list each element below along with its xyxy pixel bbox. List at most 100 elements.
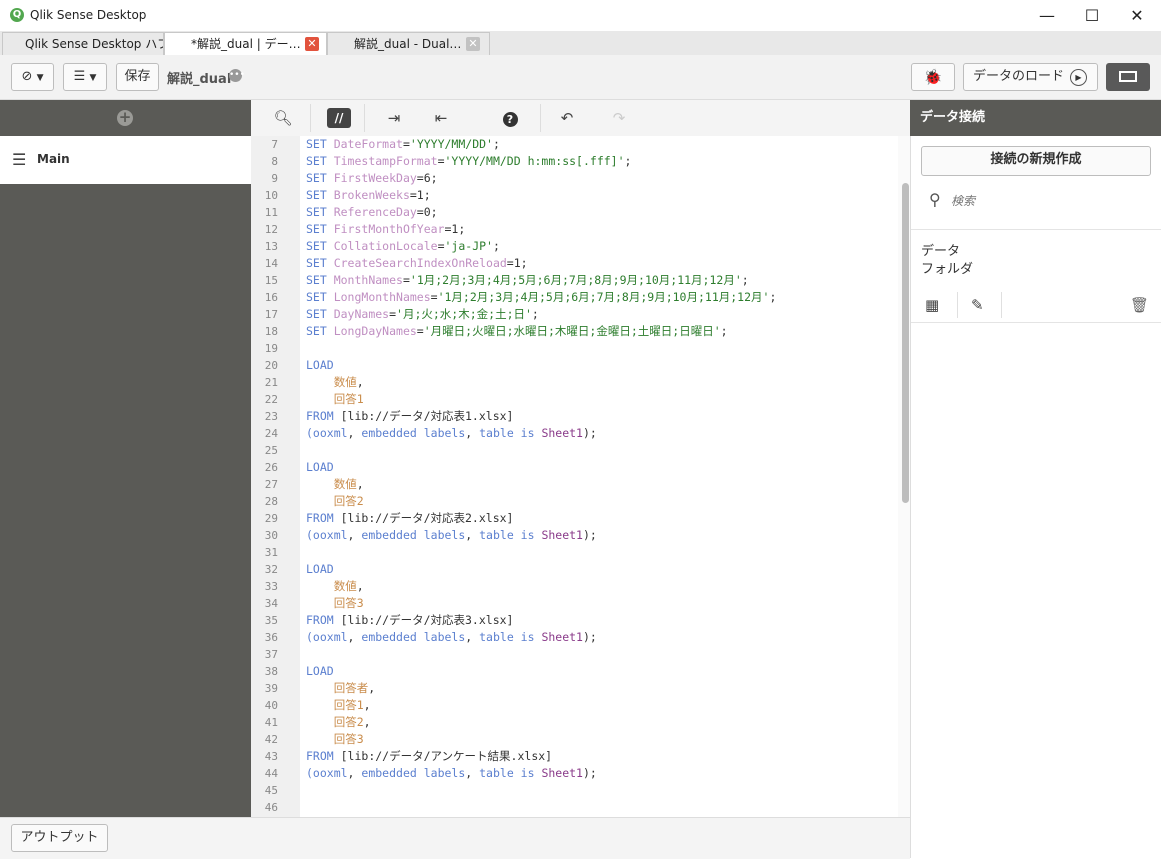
tab-sheet[interactable]: 解説_dual - Dual… ✕	[327, 32, 490, 55]
maximize-button[interactable]: ☐	[1069, 0, 1115, 31]
code-token: LOAD	[306, 562, 334, 576]
connection-search-input[interactable]	[949, 190, 1143, 212]
line-number: 22	[264, 393, 278, 406]
code-line[interactable]: 回答者,	[306, 680, 375, 697]
navigation-menu-button[interactable]: ⊘ ▼	[11, 63, 54, 91]
code-token: [lib://データ/対応表2.xlsx]	[340, 511, 514, 525]
code-line[interactable]: SET DayNames='月;火;水;木;金;土;日';	[306, 306, 539, 323]
indent-icon[interactable]: ⇥	[382, 108, 406, 128]
code-token: (ooxml	[306, 766, 348, 780]
code-token: LOAD	[306, 664, 334, 678]
code-token: table is	[479, 426, 542, 440]
code-line[interactable]: FROM [lib://データ/対応表2.xlsx]	[306, 510, 513, 527]
help-icon[interactable]: ?	[498, 108, 522, 128]
code-line[interactable]: FROM [lib://データ/対応表3.xlsx]	[306, 612, 513, 629]
load-data-button[interactable]: データのロード ▶	[963, 63, 1098, 91]
tab-data-load-editor[interactable]: *解説_dual | デー… ✕	[164, 32, 327, 56]
code-line[interactable]: SET MonthNames='1月;2月;3月;4月;5月;6月;7月;8月;…	[306, 272, 749, 289]
debug-button[interactable]: 🐞	[911, 63, 955, 91]
separator	[540, 104, 541, 132]
window-title: Qlik Sense Desktop	[30, 8, 147, 22]
code-line[interactable]: SET LongDayNames='月曜日;火曜日;水曜日;木曜日;金曜日;土曜…	[306, 323, 728, 340]
code-line[interactable]: SET FirstWeekDay=6;	[306, 170, 438, 187]
code-line[interactable]: LOAD	[306, 459, 334, 476]
edit-icon[interactable]: ✎	[971, 296, 984, 314]
add-section-icon[interactable]: +	[117, 110, 133, 126]
code-line[interactable]: LOAD	[306, 663, 334, 680]
code-token: SET	[306, 256, 334, 270]
tab-hub[interactable]: Qlik Sense Desktop ハブ	[2, 32, 164, 55]
script-editor[interactable]: SET DateFormat='YYYY/MM/DD'; SET Timestam…	[300, 136, 898, 817]
code-token: SET	[306, 222, 334, 236]
code-token: ,	[465, 426, 480, 440]
line-number: 10	[264, 189, 278, 202]
code-token: =6;	[416, 171, 438, 185]
line-number: 37	[264, 648, 278, 661]
scrollbar-thumb[interactable]	[902, 183, 909, 503]
tab-label: 解説_dual - Dual…	[354, 37, 462, 51]
code-line[interactable]: (ooxml, embedded labels, table is Sheet1…	[306, 527, 597, 544]
global-menu-button[interactable]: ☰ ▼	[63, 63, 107, 91]
close-icon[interactable]: ✕	[466, 37, 480, 51]
hamburger-icon[interactable]: ☰	[12, 150, 26, 169]
code-line[interactable]: 数値,	[306, 476, 364, 493]
section-item-main[interactable]: ☰ Main	[0, 136, 251, 184]
line-number: 23	[264, 410, 278, 423]
code-line[interactable]: SET DateFormat='YYYY/MM/DD';	[306, 136, 500, 153]
code-token: =1;	[506, 256, 528, 270]
delete-icon[interactable]: 🗑	[1130, 296, 1149, 314]
code-line[interactable]: 数値,	[306, 578, 364, 595]
save-button[interactable]: 保存	[116, 63, 159, 91]
redo-icon[interactable]: ↷	[607, 108, 631, 128]
code-line[interactable]: SET BrokenWeeks=1;	[306, 187, 431, 204]
line-number: 35	[264, 614, 278, 627]
code-line[interactable]: 回答3	[306, 731, 364, 748]
app-info-icon[interactable]: •••	[229, 69, 245, 82]
code-line[interactable]: 数値,	[306, 374, 364, 391]
code-token: 回答3	[333, 732, 364, 746]
search-icon[interactable]: 🔍︎	[271, 108, 295, 128]
code-token: 回答1	[333, 698, 364, 712]
code-token: ,	[363, 698, 371, 712]
close-icon[interactable]: ✕	[305, 37, 319, 51]
code-line[interactable]: (ooxml, embedded labels, table is Sheet1…	[306, 765, 597, 782]
code-line[interactable]: SET TimestampFormat='YYYY/MM/DD h:mm:ss[…	[306, 153, 631, 170]
code-line[interactable]: LOAD	[306, 357, 334, 374]
code-line[interactable]: LOAD	[306, 561, 334, 578]
code-token: (ooxml	[306, 630, 348, 644]
chevron-down-icon: ▼	[89, 73, 97, 83]
code-token: [lib://データ/対応表1.xlsx]	[340, 409, 514, 423]
separator	[1001, 292, 1002, 318]
code-token: 回答1	[333, 392, 364, 406]
code-token: 数値	[333, 579, 357, 593]
outdent-icon[interactable]: ⇤	[429, 108, 453, 128]
toggle-panel-button[interactable]	[1106, 63, 1150, 91]
code-line[interactable]: SET FirstMonthOfYear=1;	[306, 221, 465, 238]
output-button[interactable]: アウトプット	[11, 824, 108, 852]
code-line[interactable]: SET CollationLocale='ja-JP';	[306, 238, 500, 255]
code-line[interactable]: 回答2	[306, 493, 364, 510]
code-line[interactable]: 回答1,	[306, 697, 371, 714]
minimize-button[interactable]: —	[1024, 0, 1070, 31]
code-token: embedded labels	[361, 528, 466, 542]
close-window-button[interactable]: ✕	[1114, 0, 1160, 31]
code-line[interactable]: (ooxml, embedded labels, table is Sheet1…	[306, 425, 597, 442]
code-line[interactable]: 回答1	[306, 391, 364, 408]
code-line[interactable]: (ooxml, embedded labels, table is Sheet1…	[306, 629, 597, 646]
code-line[interactable]: SET ReferenceDay=0;	[306, 204, 438, 221]
code-line[interactable]: 回答3	[306, 595, 364, 612]
create-new-connection-button[interactable]: 接続の新規作成	[921, 146, 1151, 176]
code-line[interactable]: FROM [lib://データ/対応表1.xlsx]	[306, 408, 513, 425]
line-number: 34	[264, 597, 278, 610]
undo-icon[interactable]: ↶	[555, 108, 579, 128]
comment-icon[interactable]: //	[327, 108, 351, 128]
select-data-icon[interactable]: ▦	[925, 296, 939, 314]
code-line[interactable]: SET LongMonthNames='1月;2月;3月;4月;5月;6月;7月…	[306, 289, 776, 306]
code-line[interactable]: 回答2,	[306, 714, 371, 731]
code-line[interactable]: FROM [lib://データ/アンケート結果.xlsx]	[306, 748, 552, 765]
code-line[interactable]: SET CreateSearchIndexOnReload=1;	[306, 255, 528, 272]
code-token: =	[402, 273, 410, 287]
